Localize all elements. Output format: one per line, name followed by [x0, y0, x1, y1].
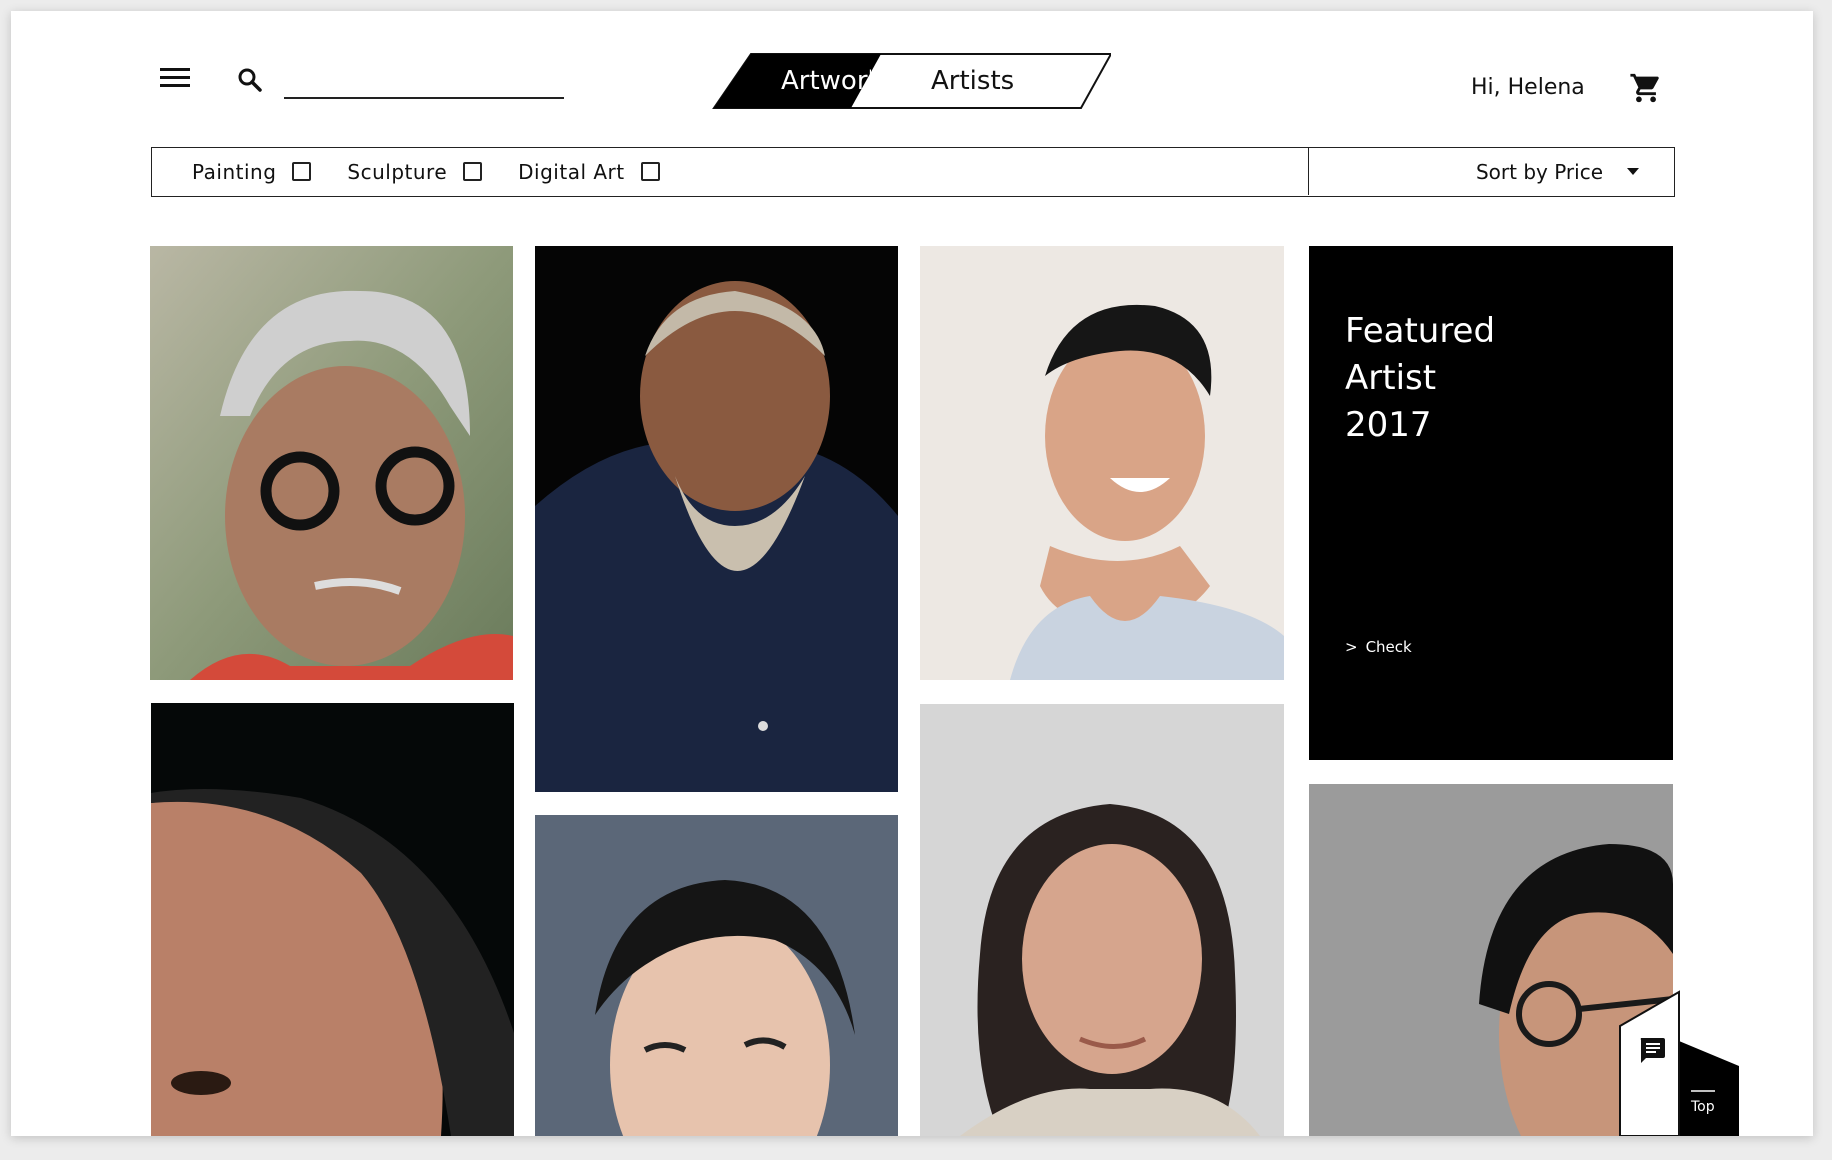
search-input[interactable]	[284, 65, 564, 99]
sort-dropdown[interactable]: Sort by Price	[1308, 148, 1673, 195]
featured-check-link[interactable]: > Check	[1345, 638, 1412, 656]
featured-title-line: Featured	[1345, 311, 1496, 351]
checkbox-icon[interactable]	[640, 162, 660, 181]
view-toggle[interactable]: Artworks Artists	[711, 51, 1111, 111]
filter-label: Digital Art	[518, 159, 625, 184]
filter-painting[interactable]: Painting	[192, 159, 312, 184]
cart-icon[interactable]	[1629, 71, 1663, 105]
chat-button[interactable]	[1619, 986, 1681, 1136]
tab-artists[interactable]: Artists	[931, 51, 1014, 111]
artist-card-portrait-bearded[interactable]	[535, 246, 898, 792]
sort-label: Sort by Price	[1475, 159, 1603, 184]
artist-card-portrait-woman-curly[interactable]	[920, 704, 1284, 1136]
filter-label: Painting	[192, 159, 277, 184]
filter-bar: Painting Sculpture Digital Art Sort by P…	[151, 147, 1675, 197]
chevron-right-icon: >	[1345, 638, 1358, 656]
category-filters: Painting Sculpture Digital Art	[152, 148, 696, 195]
filter-label: Sculpture	[347, 159, 448, 184]
caret-down-icon	[1627, 168, 1639, 175]
app-frame: Artworks Artists Hi, Helena Painting Scu…	[11, 11, 1813, 1136]
featured-artist-card[interactable]: Featured Artist 2017 > Check	[1309, 246, 1673, 760]
featured-link-label: Check	[1365, 638, 1412, 656]
featured-year: 2017	[1345, 405, 1432, 445]
menu-icon[interactable]	[160, 68, 190, 92]
filter-digital-art[interactable]: Digital Art	[518, 159, 660, 184]
artist-card-portrait-laughing[interactable]	[920, 246, 1284, 680]
top-label: Top	[1691, 1099, 1715, 1115]
user-greeting[interactable]: Hi, Helena	[1471, 75, 1585, 100]
back-to-top-button[interactable]: Top	[1679, 1041, 1739, 1136]
checkbox-icon[interactable]	[463, 162, 483, 181]
chat-icon	[1639, 1038, 1665, 1063]
featured-title: Featured Artist 2017	[1345, 308, 1495, 449]
artist-card-portrait-glasses[interactable]	[150, 246, 513, 680]
search-icon[interactable]	[237, 67, 263, 93]
filter-sculpture[interactable]: Sculpture	[347, 159, 483, 184]
checkbox-icon[interactable]	[292, 162, 312, 181]
featured-title-line: Artist	[1345, 358, 1437, 398]
artist-card-portrait-closeup[interactable]	[151, 703, 514, 1136]
artist-card-portrait-woman-short-hair[interactable]	[535, 815, 898, 1136]
tab-artworks[interactable]: Artworks	[781, 51, 871, 111]
